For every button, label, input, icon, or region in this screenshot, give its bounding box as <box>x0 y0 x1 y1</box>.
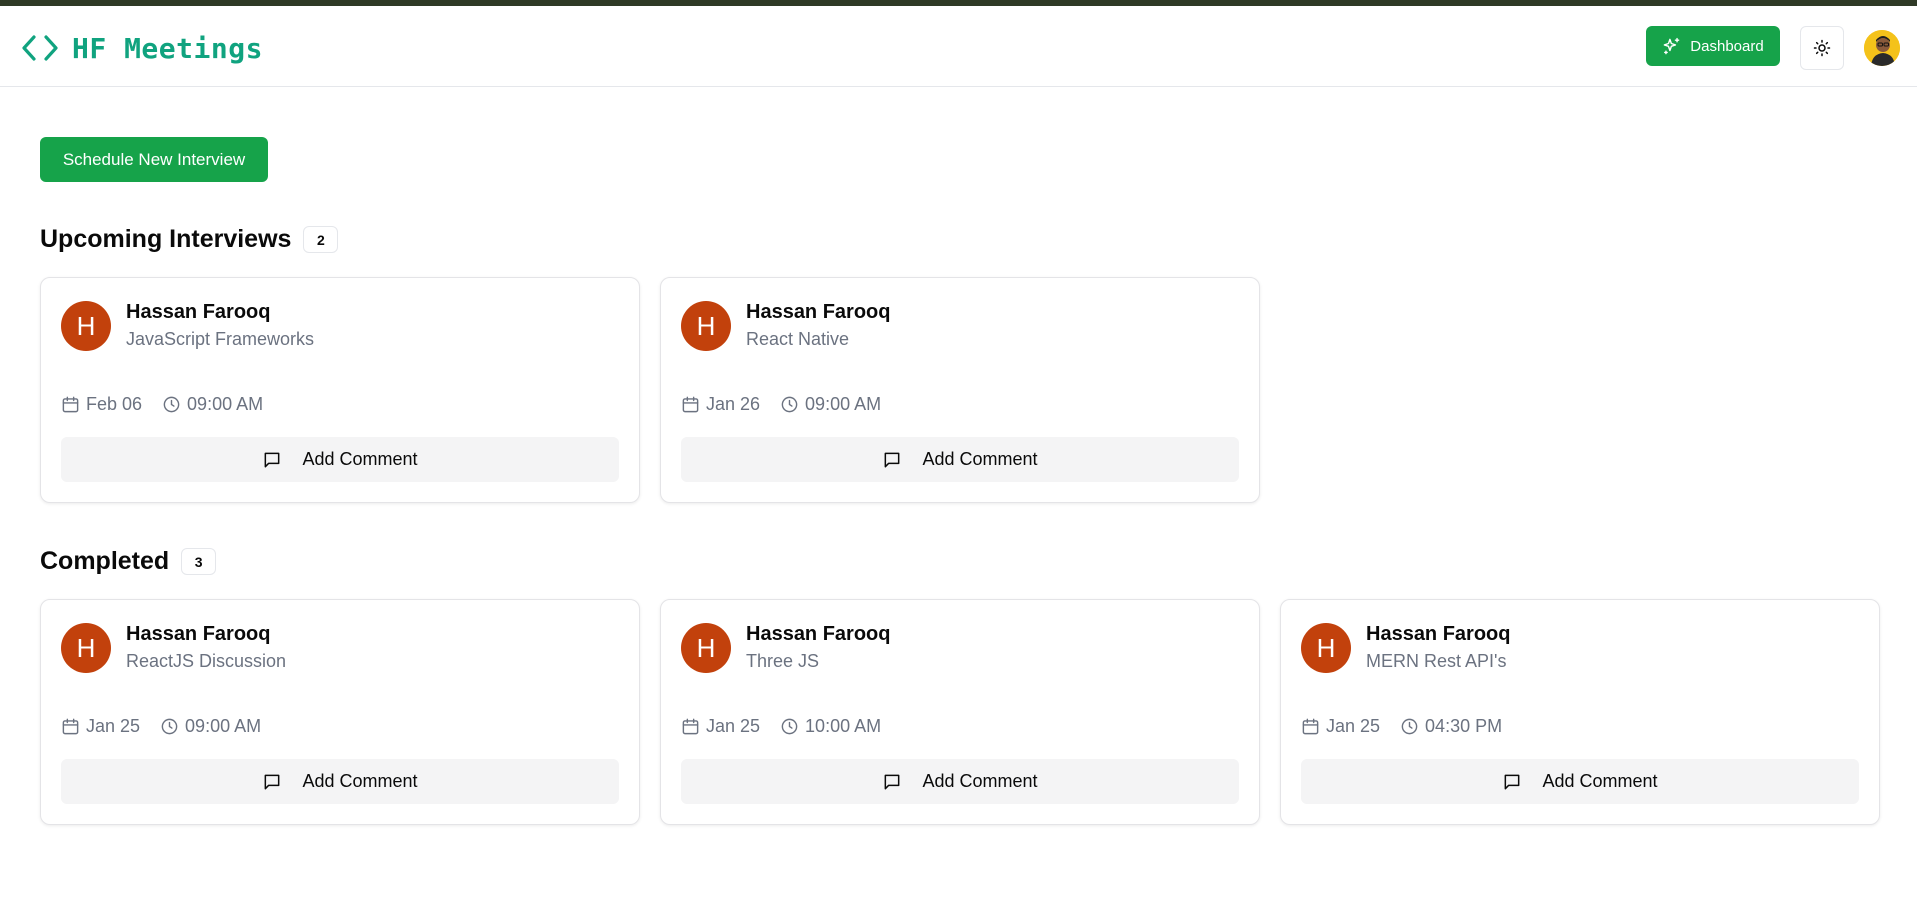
section-title: Upcoming Interviews <box>40 225 292 253</box>
candidate-name: Hassan Farooq <box>1366 623 1511 645</box>
calendar-icon <box>681 717 706 736</box>
calendar-icon <box>1301 717 1326 736</box>
date-item: Jan 26 <box>681 394 760 415</box>
schedule-info: Jan 25 10:00 AM <box>681 716 901 737</box>
clock-icon <box>780 717 805 736</box>
section-title: Completed <box>40 547 170 575</box>
time-item: 04:30 PM <box>1400 716 1502 737</box>
add-comment-label: Add Comment <box>302 771 418 791</box>
upcoming-section-header: Upcoming Interviews 2 <box>40 225 339 254</box>
theme-toggle-button[interactable] <box>1800 26 1844 70</box>
clock-icon <box>1400 717 1425 736</box>
add-comment-label: Add Comment <box>922 449 1038 469</box>
interview-card: H Hassan Farooq ReactJS Discussion Jan 2… <box>40 599 640 825</box>
interview-card: H Hassan Farooq JavaScript Frameworks Fe… <box>40 277 640 503</box>
app-header: HF Meetings Dashboard <box>0 6 1917 87</box>
add-comment-button[interactable]: Add Comment <box>681 759 1239 804</box>
comment-icon <box>882 772 902 792</box>
add-comment-label: Add Comment <box>302 449 418 469</box>
user-avatar[interactable] <box>1864 30 1900 66</box>
count-badge: 2 <box>303 226 339 253</box>
add-comment-label: Add Comment <box>922 771 1038 791</box>
sparkles-icon <box>1662 37 1681 56</box>
completed-cards: H Hassan Farooq ReactJS Discussion Jan 2… <box>40 599 1880 825</box>
candidate-name: Hassan Farooq <box>746 301 891 323</box>
comment-icon <box>882 450 902 470</box>
clock-icon <box>162 395 187 414</box>
date-item: Jan 25 <box>1301 716 1380 737</box>
comment-icon <box>1502 772 1522 792</box>
upcoming-cards: H Hassan Farooq JavaScript Frameworks Fe… <box>40 277 1260 503</box>
add-comment-button[interactable]: Add Comment <box>61 759 619 804</box>
clock-icon <box>160 717 185 736</box>
candidate-name: Hassan Farooq <box>746 623 891 645</box>
count-badge: 3 <box>181 548 217 575</box>
interview-card: H Hassan Farooq MERN Rest API's Jan 25 0… <box>1280 599 1880 825</box>
app-title: HF Meetings <box>72 31 263 65</box>
add-comment-label: Add Comment <box>1542 771 1658 791</box>
candidate-avatar: H <box>681 301 731 351</box>
date-item: Jan 25 <box>61 716 140 737</box>
candidate-name: Hassan Farooq <box>126 301 271 323</box>
candidate-avatar: H <box>61 623 111 673</box>
interview-topic: ReactJS Discussion <box>126 651 287 671</box>
interview-date: Jan 25 <box>706 716 761 736</box>
time-item: 09:00 AM <box>780 394 881 415</box>
sun-icon <box>1813 39 1831 57</box>
dashboard-label: Dashboard <box>1690 37 1764 55</box>
interview-date: Jan 25 <box>1326 716 1381 736</box>
candidate-name: Hassan Farooq <box>126 623 271 645</box>
clock-icon <box>780 395 805 414</box>
time-item: 09:00 AM <box>160 716 261 737</box>
comment-icon <box>262 772 282 792</box>
candidate-avatar: H <box>681 623 731 673</box>
interview-topic: MERN Rest API's <box>1366 651 1507 671</box>
schedule-info: Jan 25 04:30 PM <box>1301 716 1522 737</box>
interview-time: 10:00 AM <box>805 716 882 736</box>
interview-time: 04:30 PM <box>1425 716 1503 736</box>
add-comment-button[interactable]: Add Comment <box>1301 759 1859 804</box>
comment-icon <box>262 450 282 470</box>
interview-card: H Hassan Farooq React Native Jan 26 09:0… <box>660 277 1260 503</box>
interview-topic: React Native <box>746 329 850 349</box>
interview-card: H Hassan Farooq Three JS Jan 25 10:00 AM… <box>660 599 1260 825</box>
code-brackets-icon <box>20 28 60 68</box>
calendar-icon <box>61 717 86 736</box>
date-item: Jan 25 <box>681 716 760 737</box>
interview-time: 09:00 AM <box>805 394 882 414</box>
interview-time: 09:00 AM <box>185 716 262 736</box>
app-logo[interactable]: HF Meetings <box>20 28 263 68</box>
calendar-icon <box>61 395 86 414</box>
time-item: 10:00 AM <box>780 716 881 737</box>
completed-section-header: Completed 3 <box>40 547 217 576</box>
schedule-new-interview-button[interactable]: Schedule New Interview <box>40 137 268 182</box>
interview-date: Feb 06 <box>86 394 143 414</box>
interview-date: Jan 25 <box>86 716 141 736</box>
interview-time: 09:00 AM <box>187 394 264 414</box>
date-item: Feb 06 <box>61 394 142 415</box>
time-item: 09:00 AM <box>162 394 263 415</box>
candidate-avatar: H <box>61 301 111 351</box>
interview-date: Jan 26 <box>706 394 761 414</box>
interview-topic: Three JS <box>746 651 820 671</box>
calendar-icon <box>681 395 706 414</box>
add-comment-button[interactable]: Add Comment <box>681 437 1239 482</box>
interview-topic: JavaScript Frameworks <box>126 329 315 349</box>
dashboard-button[interactable]: Dashboard <box>1646 26 1780 66</box>
schedule-info: Jan 26 09:00 AM <box>681 394 901 415</box>
candidate-avatar: H <box>1301 623 1351 673</box>
add-comment-button[interactable]: Add Comment <box>61 437 619 482</box>
schedule-info: Feb 06 09:00 AM <box>61 394 283 415</box>
schedule-info: Jan 25 09:00 AM <box>61 716 281 737</box>
